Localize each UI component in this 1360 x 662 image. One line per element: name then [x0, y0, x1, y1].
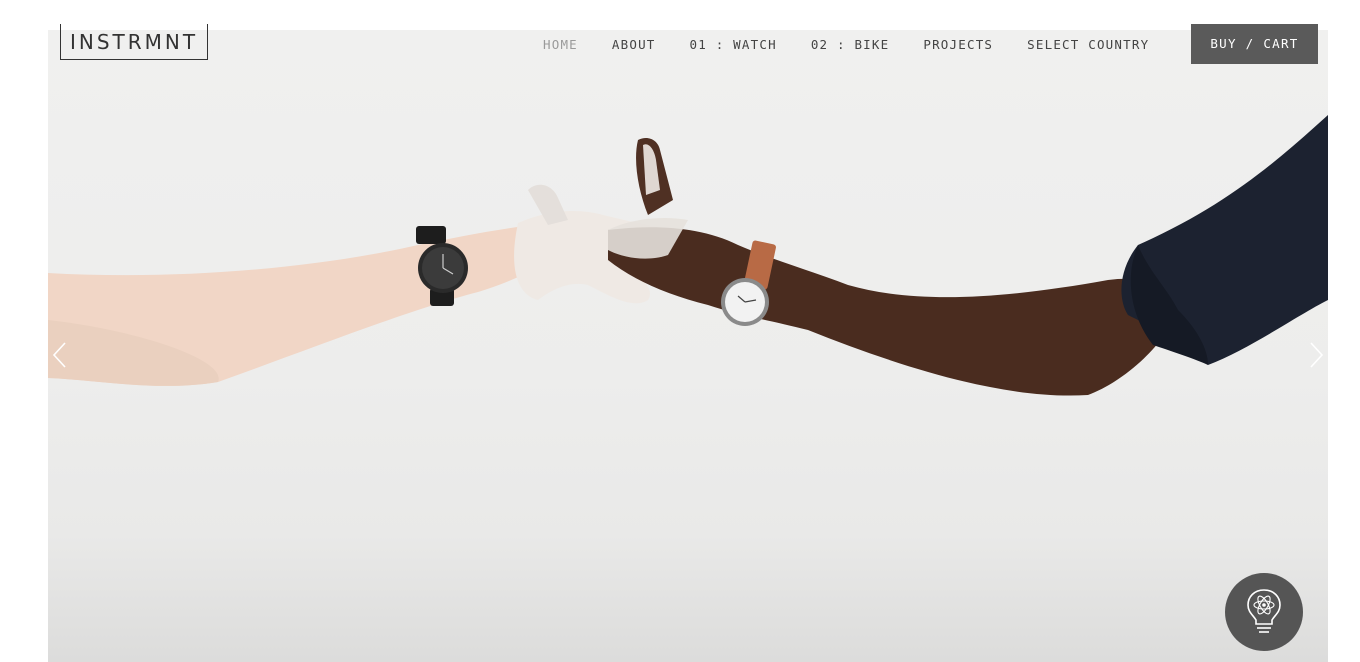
chevron-left-icon [52, 342, 66, 368]
carousel-prev-button[interactable] [50, 340, 70, 370]
nav-item-projects[interactable]: PROJECTS [906, 37, 1010, 52]
chevron-right-icon [1310, 342, 1324, 368]
nav-item-select-country[interactable]: SELECT COUNTRY [1010, 37, 1166, 52]
cart-button-label: BUY / CART [1210, 35, 1299, 51]
buy-cart-button[interactable]: BUY / CART [1191, 24, 1318, 64]
main-nav: HOME ABOUT 01 : WATCH 02 : BIKE PROJECTS… [526, 34, 1166, 54]
nav-item-watch[interactable]: 01 : WATCH [673, 37, 794, 52]
nav-item-about[interactable]: ABOUT [595, 37, 673, 52]
hero-image-hands-with-watches [48, 115, 1328, 396]
page: INSTRMNT HOME ABOUT 01 : WATCH 02 : BIKE… [0, 0, 1360, 662]
logo-text: INSTRMNT [70, 29, 199, 54]
atom-lightbulb-icon [1247, 589, 1281, 633]
nav-item-home[interactable]: HOME [526, 37, 595, 52]
hero-slide [48, 30, 1328, 662]
carousel-next-button[interactable] [1306, 340, 1326, 370]
nav-item-bike[interactable]: 02 : BIKE [794, 37, 907, 52]
help-badge[interactable] [1225, 573, 1303, 651]
brand-logo[interactable]: INSTRMNT [60, 24, 209, 60]
